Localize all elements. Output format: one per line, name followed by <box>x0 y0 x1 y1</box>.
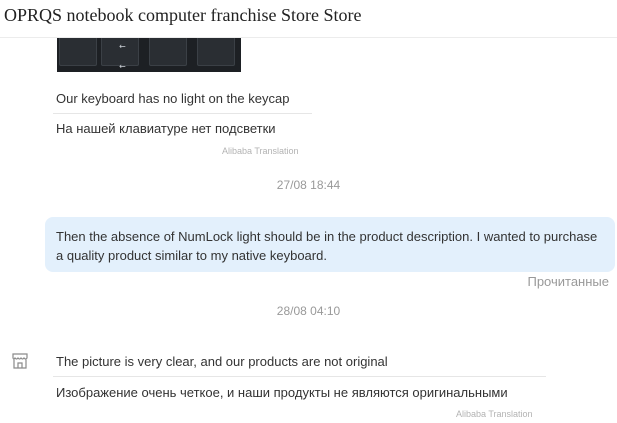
message-timestamp: 27/08 18:44 <box>276 178 341 192</box>
buyer-message-bubble: Then the absence of NumLock light should… <box>45 217 615 272</box>
translation-divider <box>53 113 312 114</box>
keyboard-key <box>59 38 97 66</box>
message-original-text: Our keyboard has no light on the keycap <box>56 91 290 106</box>
keyboard-key <box>197 38 235 66</box>
chat-header: OPRQS notebook computer franchise Store … <box>0 0 617 38</box>
message-timestamp: 28/08 04:10 <box>276 304 341 318</box>
keyboard-key <box>149 38 187 66</box>
arrow-left-icon: ← <box>119 62 126 71</box>
arrow-left-icon: ← <box>119 42 126 51</box>
keyboard-photo[interactable]: ← ← <box>57 38 241 72</box>
store-title[interactable]: OPRQS notebook computer franchise Store … <box>4 5 361 26</box>
message-translation-text: На нашей клавиатуре нет подсветки <box>56 121 276 136</box>
store-icon[interactable] <box>11 352 29 370</box>
message-translation-text: Изображение очень четкое, и наши продукт… <box>56 385 508 400</box>
buyer-message-text: Then the absence of NumLock light should… <box>56 229 598 263</box>
read-status: Прочитанные <box>527 274 609 289</box>
translation-credit: Alibaba Translation <box>456 409 533 419</box>
message-original-text: The picture is very clear, and our produ… <box>56 354 388 369</box>
translation-divider <box>53 376 546 377</box>
translation-credit: Alibaba Translation <box>222 146 299 156</box>
